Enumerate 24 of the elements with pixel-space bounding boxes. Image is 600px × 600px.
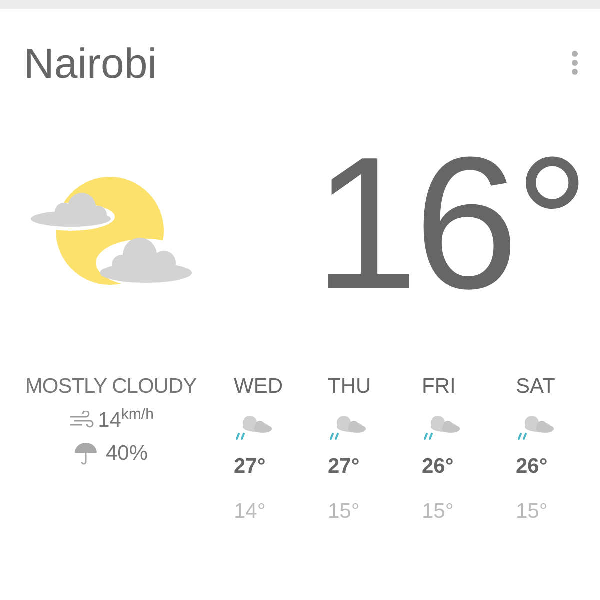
- rain-cloud-icon: [422, 414, 460, 440]
- more-options-button[interactable]: [570, 49, 580, 77]
- forecast-high: 27°: [234, 454, 266, 480]
- forecast-high: 26°: [422, 454, 454, 480]
- wind-icon: [68, 411, 94, 430]
- forecast-high: 26°: [516, 454, 548, 480]
- rain-cloud-icon: [234, 414, 272, 440]
- forecast-day: WED: [234, 371, 283, 402]
- rain-cloud-icon: [516, 414, 554, 440]
- forecast-day: THU: [328, 371, 372, 402]
- forecast-day: FRI: [422, 371, 456, 402]
- forecast-high: 27°: [328, 454, 360, 480]
- umbrella-icon: [74, 442, 98, 466]
- precipitation-chance: 40%: [106, 441, 148, 467]
- wind-speed: 14$^{km/h}$: [98, 405, 154, 434]
- forecast-low: 15°: [328, 499, 360, 525]
- current-temperature: 16°: [314, 129, 586, 317]
- condition-text: MOSTLY CLOUDY: [25, 374, 197, 400]
- city-name: Nairobi: [24, 43, 158, 85]
- forecast-low: 15°: [422, 499, 454, 525]
- forecast-day: SAT: [516, 371, 556, 402]
- rain-cloud-icon: [328, 414, 366, 440]
- forecast-low: 14°: [234, 499, 266, 525]
- forecast-low: 15°: [516, 499, 548, 525]
